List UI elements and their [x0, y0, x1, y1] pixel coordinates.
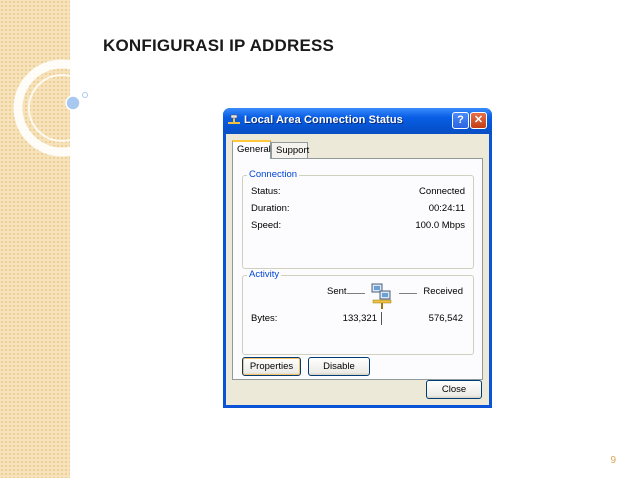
slide-decorative-circles	[13, 59, 111, 157]
slide-page-number: 9	[610, 455, 616, 466]
tab-support[interactable]: Support	[271, 142, 309, 158]
received-divider-line	[399, 293, 417, 294]
status-value: Connected	[419, 186, 465, 197]
bytes-label: Bytes:	[251, 313, 278, 324]
activity-legend: Activity	[247, 269, 282, 280]
received-label: Received	[423, 286, 463, 297]
network-computers-icon	[371, 283, 392, 309]
window-close-button[interactable]: ✕	[470, 112, 487, 129]
bytes-received-value: 576,542	[428, 313, 463, 324]
properties-button[interactable]: Properties	[242, 357, 301, 376]
close-button[interactable]: Close	[426, 380, 482, 399]
help-button[interactable]: ?	[452, 112, 469, 129]
connection-legend: Connection	[247, 169, 300, 180]
bytes-sent-value: 133,321	[342, 313, 377, 324]
window-titlebar[interactable]: Local Area Connection Status ? ✕	[223, 108, 492, 134]
general-tab-panel: Connection Status: Connected Duration: 0…	[232, 158, 483, 380]
activity-separator	[381, 312, 382, 325]
local-area-connection-status-window: Local Area Connection Status ? ✕ General…	[223, 108, 492, 408]
network-connection-icon	[228, 114, 240, 124]
speed-label: Speed:	[251, 220, 282, 231]
disable-button[interactable]: Disable	[308, 357, 370, 376]
status-label: Status:	[251, 186, 281, 197]
window-client-area: General Support Connection Status: Conne…	[226, 134, 489, 405]
duration-label: Duration:	[251, 203, 290, 214]
window-title: Local Area Connection Status	[244, 114, 403, 126]
tab-general[interactable]: General	[232, 140, 271, 159]
sent-label: Sent	[327, 286, 347, 297]
activity-groupbox: Activity Sent Received Bytes: 133,321 57…	[242, 269, 474, 355]
connection-groupbox: Connection Status: Connected Duration: 0…	[242, 169, 474, 269]
slide-title: KONFIGURASI IP ADDRESS	[103, 36, 335, 55]
duration-value: 00:24:11	[428, 203, 465, 214]
speed-value: 100.0 Mbps	[415, 220, 465, 231]
sent-divider-line	[347, 293, 365, 294]
